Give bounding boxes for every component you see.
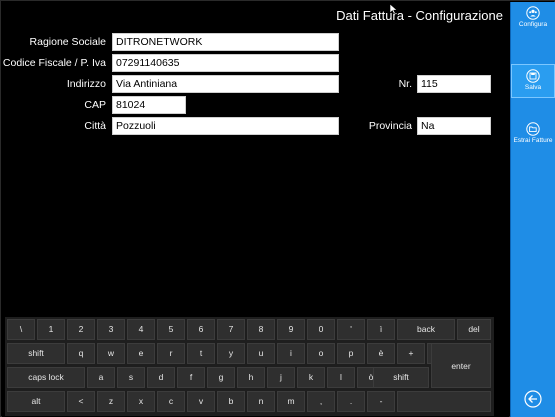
- sidebar: Configura Salva Estrai Fatture: [510, 2, 555, 417]
- key-u[interactable]: u: [247, 343, 275, 364]
- salva-button[interactable]: Salva: [511, 64, 555, 98]
- citta-label: Città: [84, 120, 106, 132]
- key-less-than[interactable]: <: [67, 391, 95, 412]
- provincia-label: Provincia: [368, 120, 412, 132]
- key-caps-lock[interactable]: caps lock: [7, 367, 85, 388]
- estrai-fatture-button[interactable]: Estrai Fatture: [511, 122, 555, 154]
- key-backslash[interactable]: \: [7, 319, 35, 340]
- key-s[interactable]: s: [117, 367, 145, 388]
- key-0[interactable]: 0: [307, 319, 335, 340]
- key-1[interactable]: 1: [37, 319, 65, 340]
- codice-fiscale-field[interactable]: 07291140635: [112, 54, 339, 72]
- key-p[interactable]: p: [337, 343, 365, 364]
- main-panel: Dati Fattura - Configurazione Ragione So…: [2, 2, 509, 417]
- key-2[interactable]: 2: [67, 319, 95, 340]
- key-period[interactable]: .: [337, 391, 365, 412]
- ragione-sociale-field[interactable]: DITRONETWORK: [112, 33, 339, 51]
- codice-fiscale-label: Codice Fiscale / P. Iva: [2, 57, 106, 69]
- nr-label: Nr.: [398, 78, 412, 90]
- key-3[interactable]: 3: [97, 319, 125, 340]
- mouse-cursor-icon: [390, 4, 398, 14]
- key-8[interactable]: 8: [247, 319, 275, 340]
- cap-label: CAP: [84, 99, 106, 111]
- key-g[interactable]: g: [207, 367, 235, 388]
- key-shift-right[interactable]: shift: [373, 367, 429, 388]
- key-m[interactable]: m: [277, 391, 305, 412]
- key-k[interactable]: k: [297, 367, 325, 388]
- key-plus[interactable]: +: [397, 343, 425, 364]
- key-i[interactable]: i: [277, 343, 305, 364]
- key-apostrophe[interactable]: ': [337, 319, 365, 340]
- key-h[interactable]: h: [237, 367, 265, 388]
- salva-label: Salva: [524, 84, 542, 91]
- key-f[interactable]: f: [177, 367, 205, 388]
- key-v[interactable]: v: [187, 391, 215, 412]
- key-o[interactable]: o: [307, 343, 335, 364]
- key-q[interactable]: q: [67, 343, 95, 364]
- key-w[interactable]: w: [97, 343, 125, 364]
- folder-open-icon: [526, 122, 540, 136]
- key-n[interactable]: n: [247, 391, 275, 412]
- configura-button[interactable]: Configura: [511, 6, 555, 38]
- ragione-sociale-label: Ragione Sociale: [29, 36, 106, 48]
- key-y[interactable]: y: [217, 343, 245, 364]
- key-9[interactable]: 9: [277, 319, 305, 340]
- key-z[interactable]: z: [97, 391, 125, 412]
- key-7[interactable]: 7: [217, 319, 245, 340]
- citta-field[interactable]: Pozzuoli: [112, 117, 339, 135]
- key-4[interactable]: 4: [127, 319, 155, 340]
- key-d[interactable]: d: [147, 367, 175, 388]
- key-i-grave[interactable]: ì: [367, 319, 395, 340]
- key-5[interactable]: 5: [157, 319, 185, 340]
- nr-field[interactable]: 115: [417, 75, 491, 93]
- key-minus[interactable]: -: [367, 391, 395, 412]
- key-back[interactable]: back: [397, 319, 455, 340]
- window-title: Dati Fattura - Configurazione: [336, 8, 503, 23]
- key-l[interactable]: l: [327, 367, 355, 388]
- provincia-field[interactable]: Na: [417, 117, 491, 135]
- key-alt[interactable]: alt: [7, 391, 65, 412]
- key-del[interactable]: del: [457, 319, 491, 340]
- cap-field[interactable]: 81024: [112, 96, 186, 114]
- save-icon: [526, 69, 540, 83]
- key-shift-left[interactable]: shift: [7, 343, 65, 364]
- key-x[interactable]: x: [127, 391, 155, 412]
- key-enter[interactable]: enter: [431, 343, 491, 388]
- key-a[interactable]: a: [87, 367, 115, 388]
- back-arrow-icon: [524, 390, 542, 408]
- key-e[interactable]: e: [127, 343, 155, 364]
- key-r[interactable]: r: [157, 343, 185, 364]
- indirizzo-field[interactable]: Via Antiniana: [112, 75, 339, 93]
- app-window: Dati Fattura - Configurazione Ragione So…: [0, 0, 555, 417]
- configura-label: Configura: [518, 21, 548, 28]
- key-space[interactable]: [397, 391, 491, 412]
- key-c[interactable]: c: [157, 391, 185, 412]
- estrai-fatture-label: Estrai Fatture: [513, 137, 553, 144]
- key-b[interactable]: b: [217, 391, 245, 412]
- key-comma[interactable]: ,: [307, 391, 335, 412]
- back-button[interactable]: [511, 390, 555, 410]
- key-t[interactable]: t: [187, 343, 215, 364]
- key-6[interactable]: 6: [187, 319, 215, 340]
- on-screen-keyboard: \ 1 2 3 4 5 6 7 8 9 0 ' ì back del shift…: [5, 317, 494, 416]
- indirizzo-label: Indirizzo: [66, 78, 106, 90]
- user-group-icon: [526, 6, 540, 20]
- key-j[interactable]: j: [267, 367, 295, 388]
- key-e-grave[interactable]: è: [367, 343, 395, 364]
